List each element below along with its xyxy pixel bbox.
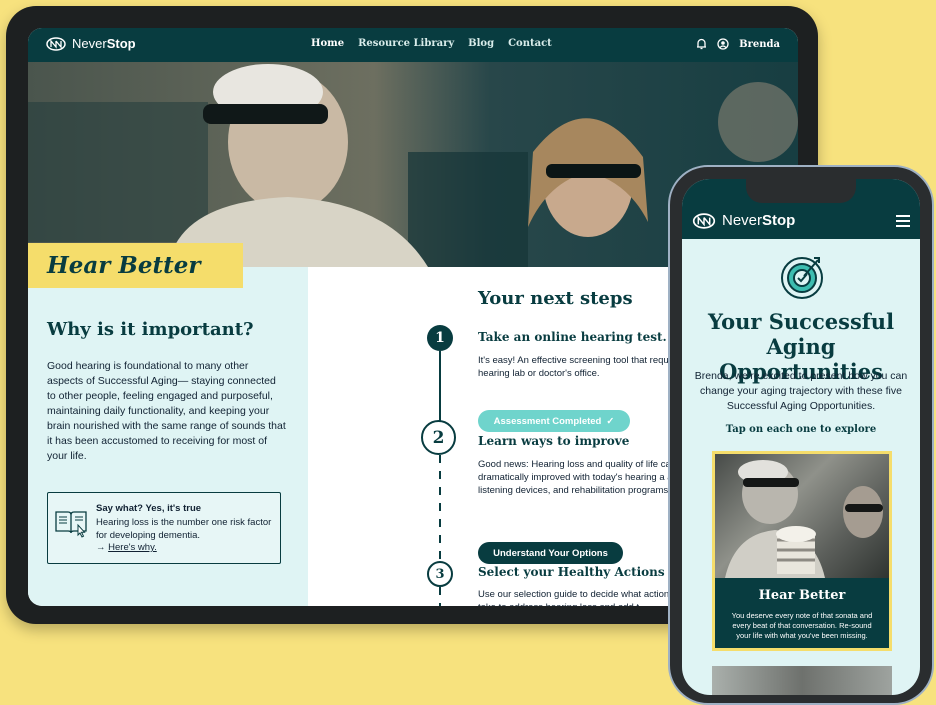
note-title: Say what? Yes, it's true: [96, 503, 202, 514]
brand-name-b: Stop: [106, 36, 136, 51]
phone-notch: [746, 179, 856, 203]
phone-screen: NeverStop Your Successful Aging Opportun…: [682, 179, 920, 695]
why-section: Why is it important? Good hearing is fou…: [28, 267, 308, 606]
nav-links: Home Resource Library Blog Contact: [311, 38, 552, 49]
note-body: Hearing loss is the number one risk fact…: [96, 517, 272, 541]
opportunity-card-hear-better[interactable]: Hear Better You deserve every note of th…: [712, 451, 892, 651]
step-connector-dashed: [439, 455, 441, 561]
nav-resource-library[interactable]: Resource Library: [358, 38, 454, 49]
note-link-arrow: →: [96, 542, 109, 553]
why-body: Good hearing is foundational to many oth…: [47, 360, 286, 462]
top-nav: NeverStop Home Resource Library Blog Con…: [28, 28, 798, 62]
user-name[interactable]: Brenda: [739, 39, 780, 50]
steps-heading: Your next steps: [478, 288, 633, 309]
assessment-completed-button[interactable]: Assessment Completed ✓: [478, 410, 630, 432]
step-2-title: Learn ways to improve: [478, 434, 630, 448]
why-heading: Why is it important?: [47, 319, 254, 340]
step-3-title: Select your Healthy Actions: [478, 565, 665, 579]
phone-device: NeverStop Your Successful Aging Opportun…: [668, 165, 934, 705]
phone-tap-hint: Tap on each one to explore: [725, 424, 877, 435]
check-icon: ✓: [606, 415, 615, 427]
step-1-badge: 1: [427, 325, 453, 351]
hamburger-menu-icon[interactable]: [896, 215, 910, 230]
step-2-badge: 2: [421, 420, 456, 455]
target-heart-icon: [781, 257, 823, 299]
fact-note: Say what? Yes, it's true Hearing loss is…: [47, 492, 281, 564]
card-title: Hear Better: [758, 588, 846, 603]
step-3-badge: 3: [427, 561, 453, 587]
nav-contact[interactable]: Contact: [508, 38, 552, 49]
assessment-completed-label: Assessment Completed: [493, 415, 602, 427]
bell-icon[interactable]: [696, 38, 707, 50]
neverstop-logo-icon: [46, 36, 66, 51]
hero-title-banner: Hear Better: [28, 243, 243, 288]
phone-subtitle: Brenda, we’re excited to present how you…: [694, 370, 908, 412]
brand-name-a: Never: [72, 36, 107, 51]
phone-brand-name-b: Stop: [762, 212, 796, 229]
understand-options-button[interactable]: Understand Your Options: [478, 542, 623, 564]
nav-home[interactable]: Home: [311, 38, 344, 49]
note-link[interactable]: Here's why.: [108, 542, 157, 553]
card-photo: [715, 454, 889, 578]
phone-brand-logo[interactable]: NeverStop: [692, 212, 795, 229]
book-pointer-icon: [55, 511, 87, 538]
step-connector-dashed-2: [439, 587, 441, 606]
note-link-row: → Here's why.: [96, 542, 157, 553]
step-connector-solid: [439, 351, 441, 421]
card-body: You deserve every note of that sonata an…: [731, 611, 873, 640]
nav-right: Brenda: [696, 38, 780, 50]
neverstop-logo-icon: [692, 212, 716, 229]
phone-brand-name-a: Never: [722, 212, 763, 229]
hero-title: Hear Better: [47, 252, 201, 279]
step-1-title: Take an online hearing test.: [478, 330, 667, 344]
card-photo-illustration: [725, 460, 883, 578]
nav-blog[interactable]: Blog: [468, 38, 494, 49]
user-avatar-icon[interactable]: [717, 38, 729, 50]
opportunity-card-next[interactable]: [712, 666, 892, 695]
brand-logo[interactable]: NeverStop: [46, 36, 136, 51]
